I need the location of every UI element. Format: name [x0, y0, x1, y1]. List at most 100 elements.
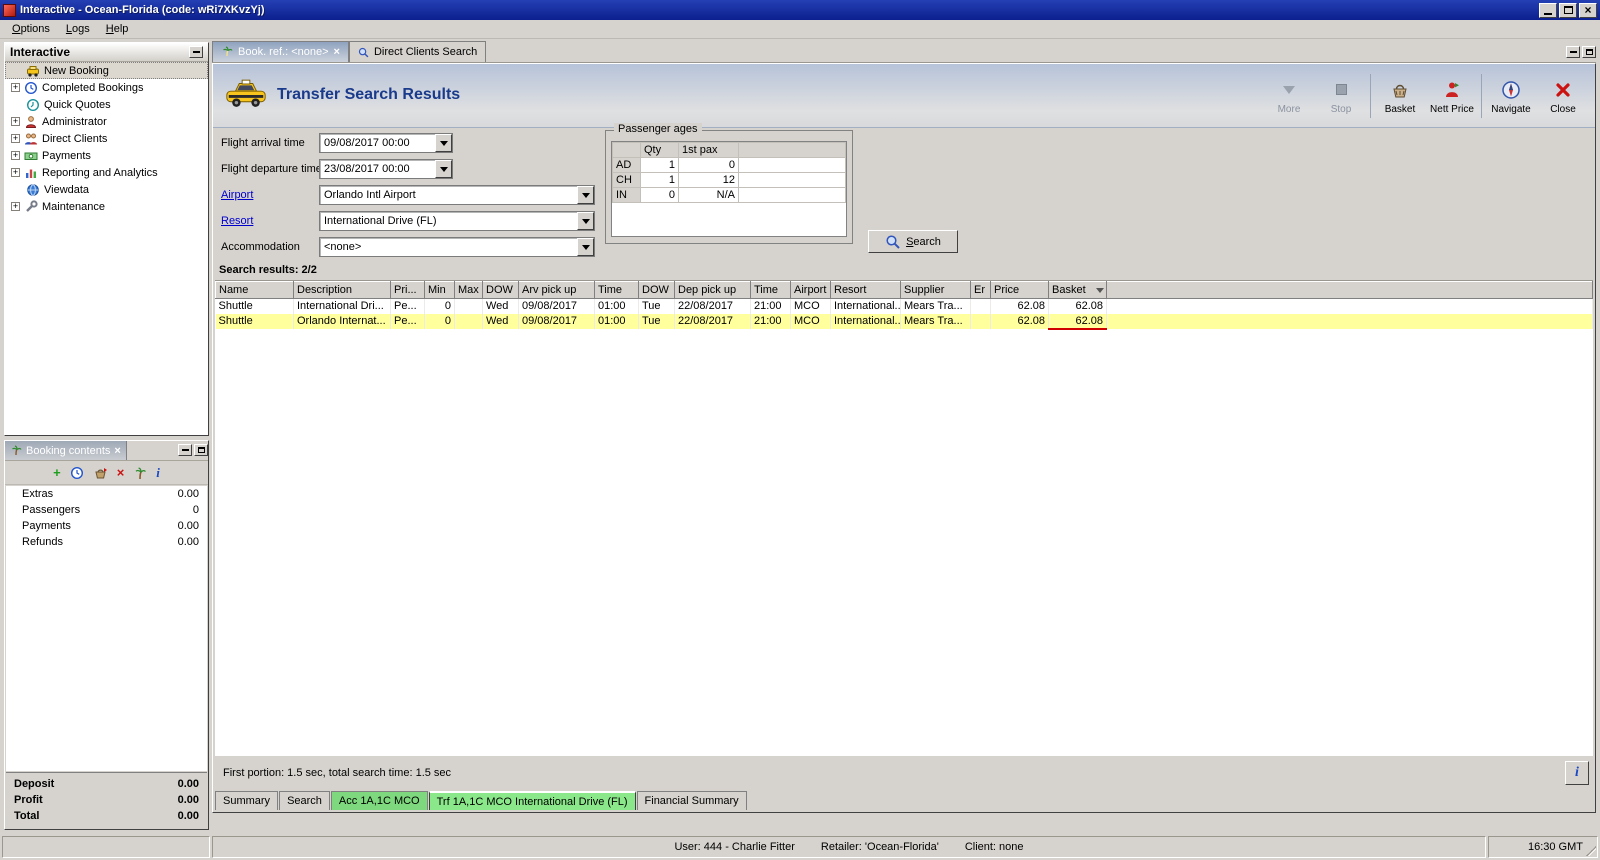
pax-row-child[interactable]: CH 1 12: [612, 172, 846, 188]
col-min[interactable]: Min: [424, 281, 455, 299]
nett-price-button[interactable]: Nett Price: [1426, 78, 1478, 115]
tab-booking-ref[interactable]: Book. ref.: <none> ×: [212, 41, 349, 62]
list-item[interactable]: Passengers 0: [6, 502, 207, 518]
pax-row-adult[interactable]: AD 1 0: [612, 157, 846, 173]
search-button[interactable]: Search: [868, 230, 958, 253]
minimize-view-button[interactable]: [1566, 46, 1580, 58]
maximize-button[interactable]: [1559, 2, 1577, 18]
list-item[interactable]: Refunds 0.00: [6, 534, 207, 550]
col-pri[interactable]: Pri...: [390, 281, 425, 299]
pax-row-infant[interactable]: IN 0 N/A: [612, 187, 846, 203]
col-arv-pickup[interactable]: Arv pick up: [518, 281, 595, 299]
col-description[interactable]: Description: [293, 281, 391, 299]
history-clock-icon[interactable]: [70, 466, 84, 480]
pax-col-first-pax[interactable]: 1st pax: [678, 142, 739, 158]
tab-trf-mco-international-drive[interactable]: Trf 1A,1C MCO International Drive (FL): [428, 791, 636, 810]
pax-qty[interactable]: 1: [640, 157, 679, 173]
sidebar-item-viewdata[interactable]: Viewdata: [5, 181, 208, 198]
delete-item-icon[interactable]: ×: [117, 466, 125, 479]
basket-button[interactable]: Basket: [1374, 78, 1426, 115]
sidebar-item-payments[interactable]: Payments: [5, 147, 208, 164]
col-airport[interactable]: Airport: [790, 281, 831, 299]
pax-type: CH: [612, 172, 641, 188]
basket-transfer-icon[interactable]: [93, 466, 108, 480]
maximize-view-button[interactable]: [194, 444, 208, 456]
collapse-panel-button[interactable]: [189, 46, 203, 58]
resort-field[interactable]: International Drive (FL): [319, 211, 595, 231]
sidebar-item-direct-clients[interactable]: Direct Clients: [5, 130, 208, 147]
info-icon[interactable]: i: [156, 466, 160, 479]
col-max[interactable]: Max: [454, 281, 483, 299]
tree-expander-icon[interactable]: [11, 151, 20, 160]
add-item-icon[interactable]: +: [53, 466, 61, 479]
tree-expander-icon[interactable]: [11, 134, 20, 143]
col-time-arv[interactable]: Time: [594, 281, 639, 299]
tab-acc-mco[interactable]: Acc 1A,1C MCO: [330, 791, 428, 810]
col-supplier[interactable]: Supplier: [900, 281, 971, 299]
airport-field[interactable]: Orlando Intl Airport: [319, 185, 595, 205]
sidebar-item-reporting-analytics[interactable]: Reporting and Analytics: [5, 164, 208, 181]
col-filler: [1106, 281, 1593, 299]
close-tab-icon[interactable]: ×: [334, 46, 340, 58]
sidebar-item-completed-bookings[interactable]: Completed Bookings: [5, 79, 208, 96]
pax-first-pax[interactable]: N/A: [678, 187, 739, 203]
flight-departure-field[interactable]: 23/08/2017 00:00: [319, 159, 453, 179]
dropdown-arrow-icon[interactable]: [435, 160, 452, 178]
maximize-view-button[interactable]: [1582, 46, 1596, 58]
col-dep-pickup[interactable]: Dep pick up: [674, 281, 751, 299]
airport-link[interactable]: Airport: [221, 189, 253, 203]
close-view-button[interactable]: Close: [1537, 78, 1589, 115]
result-row-2[interactable]: Shuttle Orlando Internat... Pe... 0 Wed …: [215, 313, 1593, 330]
col-resort[interactable]: Resort: [830, 281, 901, 299]
close-window-button[interactable]: [1579, 2, 1597, 18]
menu-help[interactable]: Help: [98, 21, 137, 37]
tree-expander-icon[interactable]: [11, 83, 20, 92]
sidebar-item-administrator[interactable]: Administrator: [5, 113, 208, 130]
col-name[interactable]: Name: [215, 281, 294, 299]
palm-tree-icon[interactable]: [133, 466, 147, 480]
more-button[interactable]: More: [1263, 78, 1315, 115]
tab-summary[interactable]: Summary: [215, 791, 279, 810]
info-button[interactable]: i: [1565, 761, 1589, 785]
dropdown-arrow-icon[interactable]: [577, 212, 594, 230]
tab-direct-clients-search[interactable]: Direct Clients Search: [348, 41, 487, 62]
dropdown-arrow-icon[interactable]: [435, 134, 452, 152]
menu-options[interactable]: Options: [4, 21, 58, 37]
booking-contents-tab[interactable]: Booking contents ×: [5, 441, 127, 460]
stop-button[interactable]: Stop: [1315, 78, 1367, 115]
minimize-view-button[interactable]: [178, 444, 192, 456]
flight-arrival-field[interactable]: 09/08/2017 00:00: [319, 133, 453, 153]
pax-col-qty[interactable]: Qty: [640, 142, 679, 158]
navigate-button[interactable]: Navigate: [1485, 78, 1537, 115]
result-row-1[interactable]: Shuttle International Dri... Pe... 0 Wed…: [215, 298, 1593, 314]
minimize-button[interactable]: [1539, 2, 1557, 18]
tab-search[interactable]: Search: [279, 791, 330, 810]
col-dow-dep[interactable]: DOW: [638, 281, 675, 299]
accommodation-field[interactable]: <none>: [319, 237, 595, 257]
pax-qty[interactable]: 0: [640, 187, 679, 203]
dropdown-arrow-icon[interactable]: [577, 186, 594, 204]
resize-grip[interactable]: [1586, 846, 1596, 856]
tree-expander-icon[interactable]: [11, 117, 20, 126]
tree-expander-icon[interactable]: [11, 202, 20, 211]
list-item[interactable]: Extras 0.00: [6, 486, 207, 502]
pax-qty[interactable]: 1: [640, 172, 679, 188]
sidebar-item-maintenance[interactable]: Maintenance: [5, 198, 208, 215]
col-time-dep[interactable]: Time: [750, 281, 791, 299]
close-tab-icon[interactable]: ×: [114, 445, 120, 457]
resort-link[interactable]: Resort: [221, 215, 253, 229]
pax-first-pax[interactable]: 12: [678, 172, 739, 188]
col-er[interactable]: Er: [970, 281, 991, 299]
tree-expander-icon[interactable]: [11, 168, 20, 177]
list-item[interactable]: Payments 0.00: [6, 518, 207, 534]
dropdown-arrow-icon[interactable]: [577, 238, 594, 256]
pax-first-pax[interactable]: 0: [678, 157, 739, 173]
col-price[interactable]: Price: [990, 281, 1049, 299]
tab-financial-summary[interactable]: Financial Summary: [636, 791, 747, 810]
col-dow-arv[interactable]: DOW: [482, 281, 519, 299]
sidebar-item-quick-quotes[interactable]: Quick Quotes: [5, 96, 208, 113]
sidebar-item-new-booking[interactable]: New Booking: [5, 62, 208, 79]
search-status-strip: First portion: 1.5 sec, total search tim…: [215, 758, 1593, 788]
col-basket[interactable]: Basket: [1048, 281, 1107, 299]
menu-logs[interactable]: Logs: [58, 21, 98, 37]
